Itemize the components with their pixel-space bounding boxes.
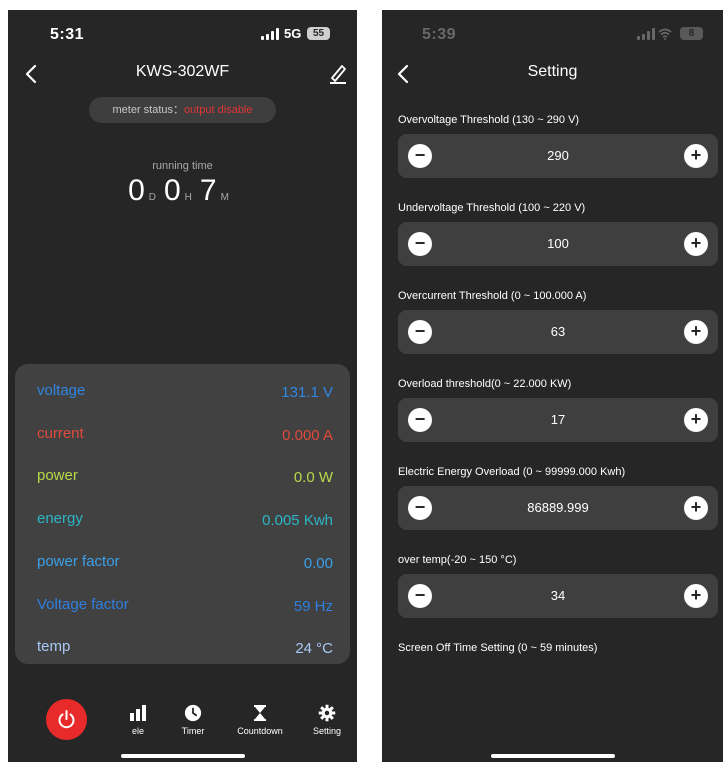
reading-row: voltage 131.1 V: [15, 378, 350, 408]
setting-label: Overvoltage Threshold (130 ~ 290 V): [398, 114, 580, 126]
reading-row: power factor 0.00: [15, 549, 350, 579]
setting-label: Overload threshold(0 ~ 22.000 KW): [398, 378, 572, 390]
stepper-value[interactable]: 63: [448, 324, 668, 339]
value-stepper: − 34 +: [398, 574, 718, 618]
decrement-button[interactable]: −: [408, 584, 432, 608]
running-minutes: 7: [199, 174, 217, 207]
reading-row: Voltage factor 59 Hz: [15, 592, 350, 622]
network-type: 5G: [284, 26, 302, 41]
status-bar: 5:31 5G 55: [8, 10, 357, 58]
stepper-value[interactable]: 86889.999: [448, 500, 668, 515]
value-stepper: − 17 +: [398, 398, 718, 442]
setting-label: over temp(-20 ~ 150 °C): [398, 554, 517, 566]
tab-label: Setting: [312, 726, 342, 736]
decrement-button[interactable]: −: [408, 144, 432, 168]
setting-label: Electric Energy Overload (0 ~ 99999.000 …: [398, 466, 626, 478]
setting-label: Overcurrent Threshold (0 ~ 100.000 A): [398, 290, 587, 302]
reading-label: current: [37, 424, 84, 442]
reading-value: 0.000 A: [282, 426, 333, 444]
decrement-button[interactable]: −: [408, 232, 432, 256]
readings-panel: voltage 131.1 V current 0.000 A power 0.0 W en…: [15, 364, 350, 664]
clock-icon: [184, 704, 202, 722]
reading-label: power factor: [37, 552, 120, 570]
value-stepper: − 290 +: [398, 134, 718, 178]
reading-row: energy 0.005 Kwh: [15, 506, 350, 536]
meter-status-value: output disable: [184, 104, 253, 116]
tab-label: ele: [131, 726, 144, 736]
value-stepper: − 86889.999 +: [398, 486, 718, 530]
stepper-value[interactable]: 290: [448, 148, 668, 163]
increment-button[interactable]: +: [684, 584, 708, 608]
reading-label: temp: [37, 638, 71, 656]
edit-icon[interactable]: [327, 62, 349, 86]
tab-label: Timer: [181, 726, 205, 736]
status-time: 5:39: [422, 26, 457, 43]
running-days: 0: [128, 174, 145, 207]
reading-row: power 0.0 W: [15, 463, 350, 493]
running-hours: 0: [163, 174, 181, 207]
decrement-button[interactable]: −: [408, 496, 432, 520]
reading-label: Voltage factor: [37, 595, 129, 613]
decrement-button[interactable]: −: [408, 320, 432, 344]
power-button[interactable]: [46, 699, 87, 740]
stepper-value[interactable]: 34: [448, 588, 668, 603]
meter-status-label: meter status：: [112, 104, 185, 116]
stepper-value[interactable]: 17: [448, 412, 668, 427]
battery-level: 8: [680, 27, 703, 40]
meter-status-badge: meter status：output disable: [89, 97, 276, 123]
running-time-label: running time: [152, 160, 213, 172]
screen-off-label: Screen Off Time Setting (0 ~ 59 minutes): [398, 642, 598, 654]
increment-button[interactable]: +: [684, 496, 708, 520]
reading-value: 24 °C: [295, 640, 333, 658]
battery-level: 55: [307, 27, 330, 40]
reading-value: 0.005 Kwh: [262, 512, 333, 530]
signal-icon: [637, 28, 655, 40]
reading-value: 0.0 W: [293, 469, 333, 487]
value-stepper: − 63 +: [398, 310, 718, 354]
page-title: Setting: [527, 63, 578, 80]
tab-timer[interactable]: Timer: [158, 704, 228, 736]
home-indicator: [490, 754, 615, 758]
reading-value: 131.1 V: [281, 384, 333, 401]
page-title: KWS-302WF: [135, 63, 230, 80]
reading-row: temp 24 °C: [15, 634, 350, 664]
status-time: 5:31: [50, 26, 85, 43]
minutes-unit: M: [220, 192, 229, 203]
tab-setting[interactable]: Setting: [292, 704, 357, 736]
signal-icon: [261, 28, 279, 40]
device-screen: 5:39 8 Setting Overvoltage Threshold (13…: [382, 10, 723, 762]
device-screen: 5:31 5G 55 KWS-302WF meter status：output…: [8, 10, 357, 762]
stepper-value[interactable]: 100: [448, 236, 668, 251]
reading-value: 59 Hz: [293, 597, 333, 615]
gear-icon: [318, 704, 336, 722]
reading-value: 0.00: [303, 554, 333, 572]
increment-button[interactable]: +: [684, 144, 708, 168]
power-icon: [58, 710, 75, 729]
value-stepper: − 100 +: [398, 222, 718, 266]
reading-label: energy: [37, 510, 83, 528]
reading-label: power: [37, 467, 78, 485]
reading-row: current 0.000 A: [15, 421, 350, 451]
running-time: 0D0H7M: [8, 174, 357, 208]
hours-unit: H: [184, 192, 192, 203]
increment-button[interactable]: +: [684, 408, 708, 432]
tab-label: Countdown: [237, 726, 283, 736]
bar-chart-icon: [130, 705, 146, 721]
increment-button[interactable]: +: [684, 320, 708, 344]
days-unit: D: [148, 192, 156, 203]
status-bar: 5:39 8: [382, 10, 723, 58]
reading-label: voltage: [37, 382, 86, 399]
increment-button[interactable]: +: [684, 232, 708, 256]
decrement-button[interactable]: −: [408, 408, 432, 432]
setting-label: Undervoltage Threshold (100 ~ 220 V): [398, 202, 586, 214]
hourglass-icon: [254, 705, 266, 721]
tab-countdown[interactable]: Countdown: [225, 704, 295, 736]
home-indicator: [120, 754, 245, 758]
wifi-icon: [658, 28, 672, 40]
